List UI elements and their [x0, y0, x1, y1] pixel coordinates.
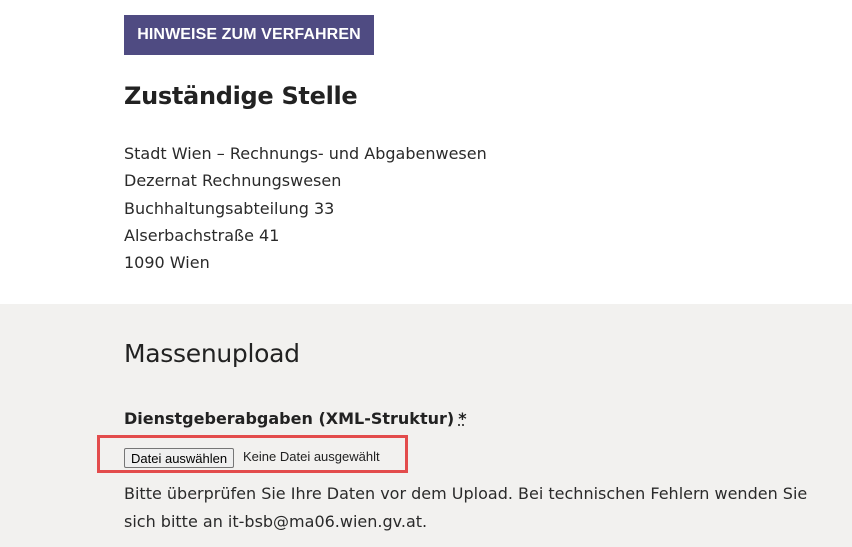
- authority-address: Stadt Wien – Rechnungs- und Abgabenwesen…: [124, 140, 487, 276]
- mass-upload-section: Massenupload Dienstgeberabgaben (XML-Str…: [0, 304, 852, 547]
- file-status-text: Keine Datei ausgewählt: [243, 449, 380, 464]
- address-line: Buchhaltungsabteilung 33: [124, 198, 335, 218]
- address-line: 1090 Wien: [124, 253, 210, 273]
- authority-title: Zuständige Stelle: [124, 82, 358, 110]
- address-line: Alserbachstraße 41: [124, 225, 280, 245]
- procedure-hints-button[interactable]: HINWEISE ZUM VERFAHREN: [124, 15, 374, 55]
- authority-section: HINWEISE ZUM VERFAHREN Zuständige Stelle…: [0, 0, 852, 304]
- xml-upload-label: Dienstgeberabgaben (XML-Struktur) *: [124, 409, 467, 428]
- file-input-highlight: Datei auswählen Keine Datei ausgewählt: [97, 435, 408, 473]
- choose-file-button[interactable]: Datei auswählen: [124, 448, 235, 468]
- xml-upload-label-text: Dienstgeberabgaben (XML-Struktur): [124, 409, 455, 428]
- address-line: Stadt Wien – Rechnungs- und Abgabenwesen: [124, 144, 487, 163]
- upload-help-text: Bitte überprüfen Sie Ihre Daten vor dem …: [124, 484, 808, 531]
- address-line: Dezernat Rechnungswesen: [124, 171, 342, 191]
- required-marker: *: [458, 409, 467, 428]
- mass-upload-title: Massenupload: [124, 339, 300, 368]
